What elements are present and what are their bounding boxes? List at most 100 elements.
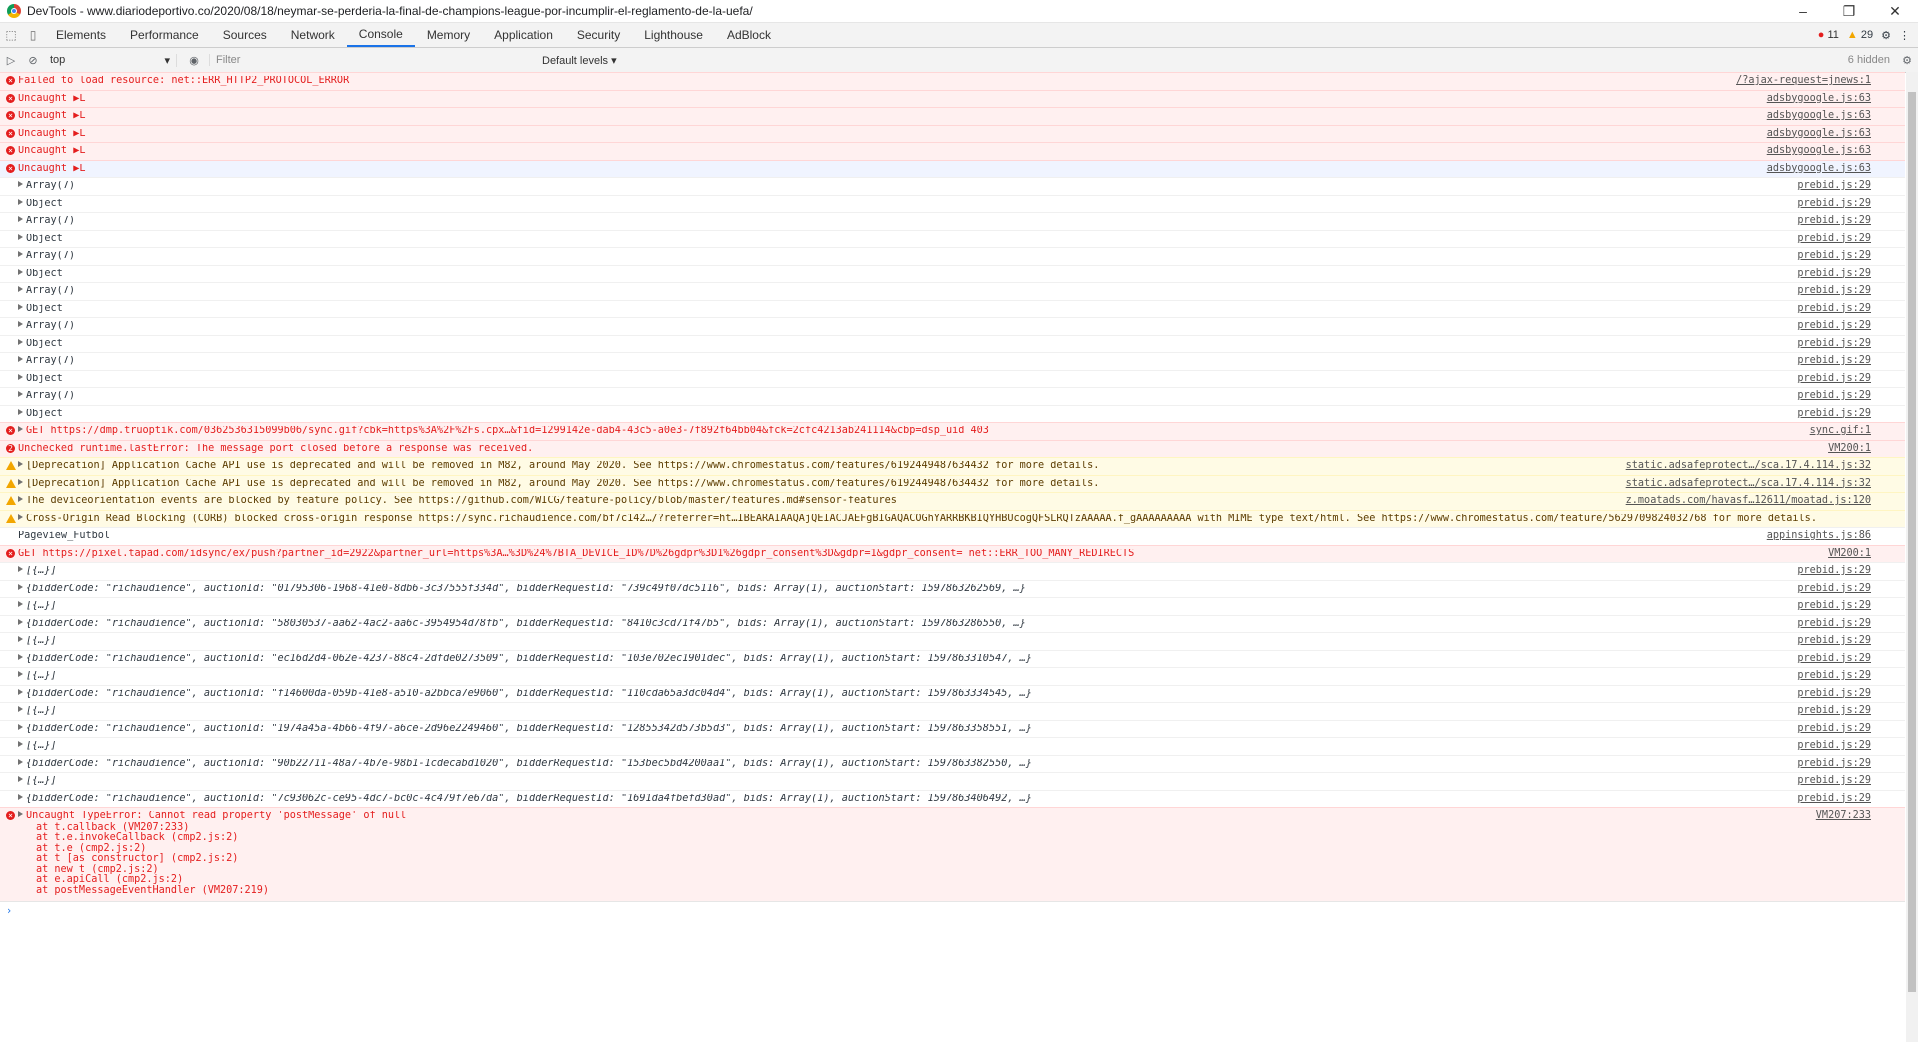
final-error-text[interactable]: Uncaught TypeError: Cannot read property… — [18, 811, 1806, 822]
maximize-button[interactable]: ❐ — [1826, 3, 1872, 20]
expand-caret-icon[interactable] — [18, 181, 23, 187]
console-message[interactable]: The deviceorientation events are blocked… — [0, 492, 1905, 510]
source-link[interactable]: VM207:233 — [1816, 810, 1905, 822]
console-message[interactable]: Cross-Origin Read Blocking (CORB) blocke… — [0, 509, 1905, 527]
expand-caret-icon[interactable] — [18, 758, 23, 765]
console-prompt[interactable]: › — [0, 901, 1905, 920]
scrollbar-thumb[interactable] — [1908, 92, 1916, 992]
console-message[interactable]: × Failed to load resource: net::ERR_HTTP2… — [0, 72, 1905, 90]
expand-caret-icon[interactable] — [18, 251, 23, 257]
console-message[interactable]: Object prebid.js:29 — [0, 299, 1905, 318]
expand-caret-icon[interactable] — [18, 601, 23, 607]
source-link[interactable]: adsbygoogle.js:63 — [1767, 145, 1905, 157]
source-link[interactable]: prebid.js:29 — [1797, 355, 1905, 367]
console-message[interactable]: {bidderCode: "richaudience", auctionId: … — [0, 649, 1905, 668]
settings-gear-icon[interactable]: ⚙ — [1881, 29, 1891, 42]
expand-caret-icon[interactable] — [18, 373, 23, 380]
expand-caret-icon[interactable] — [18, 426, 23, 432]
source-link[interactable]: appinsights.js:86 — [1767, 530, 1905, 542]
source-link[interactable]: prebid.js:29 — [1797, 303, 1905, 315]
source-link[interactable]: prebid.js:29 — [1797, 583, 1905, 595]
stack-frame[interactable]: at e.apiCall (cmp2.js:2) — [26, 874, 269, 886]
clear-console-icon[interactable]: ⊘ — [22, 54, 44, 67]
expand-caret-icon[interactable] — [18, 653, 23, 660]
console-message[interactable]: Object prebid.js:29 — [0, 334, 1905, 353]
console-message[interactable]: × Uncaught ▶L adsbygoogle.js:63 — [0, 159, 1905, 177]
tab-network[interactable]: Network — [279, 23, 347, 47]
source-link[interactable]: prebid.js:29 — [1797, 653, 1905, 665]
expand-caret-icon[interactable] — [18, 338, 23, 345]
tab-elements[interactable]: Elements — [44, 23, 118, 47]
console-settings-gear-icon[interactable]: ⚙ — [1896, 54, 1918, 67]
source-link[interactable]: prebid.js:29 — [1797, 250, 1905, 262]
expand-caret-icon[interactable] — [18, 268, 23, 275]
console-message[interactable]: [Deprecation] Application Cache API use … — [0, 457, 1905, 475]
source-link[interactable]: prebid.js:29 — [1797, 215, 1905, 227]
tab-lighthouse[interactable]: Lighthouse — [632, 23, 715, 47]
source-link[interactable]: prebid.js:29 — [1797, 740, 1905, 752]
expand-caret-icon[interactable] — [18, 496, 23, 502]
expand-caret-icon[interactable] — [18, 688, 23, 695]
context-selector[interactable]: top ▾ — [44, 53, 177, 67]
console-message[interactable]: Object prebid.js:29 — [0, 369, 1905, 388]
console-message[interactable]: {bidderCode: "richaudience", auctionId: … — [0, 614, 1905, 633]
tab-security[interactable]: Security — [565, 23, 632, 47]
source-link[interactable]: prebid.js:29 — [1797, 793, 1905, 805]
console-scrollbar[interactable] — [1906, 72, 1918, 1042]
console-message[interactable]: Object prebid.js:29 — [0, 194, 1905, 213]
live-expression-eye-icon[interactable]: ◉ — [183, 54, 205, 67]
expand-caret-icon[interactable] — [18, 478, 23, 485]
source-link[interactable]: /?ajax-request=jnews:1 — [1736, 75, 1905, 87]
source-link[interactable]: static.adsafeprotect…/sca.17.4.114.js:32 — [1626, 460, 1905, 472]
source-link[interactable]: prebid.js:29 — [1797, 408, 1905, 420]
sidebar-toggle-icon[interactable]: ▷ — [0, 54, 22, 67]
source-link[interactable]: prebid.js:29 — [1797, 670, 1905, 682]
console-message[interactable]: [Deprecation] Application Cache API use … — [0, 474, 1905, 492]
source-link[interactable]: prebid.js:29 — [1797, 618, 1905, 630]
console-message[interactable]: Array(7) prebid.js:29 — [0, 212, 1905, 230]
source-link[interactable]: prebid.js:29 — [1797, 198, 1905, 210]
source-link[interactable]: adsbygoogle.js:63 — [1767, 128, 1905, 140]
expand-caret-icon[interactable] — [18, 513, 23, 520]
expand-caret-icon[interactable] — [18, 356, 23, 362]
console-message[interactable]: × Uncaught ▶L adsbygoogle.js:63 — [0, 124, 1905, 142]
console-message[interactable]: {bidderCode: "richaudience", auctionId: … — [0, 789, 1905, 808]
source-link[interactable]: adsbygoogle.js:63 — [1767, 163, 1905, 175]
console-message[interactable]: Array(7) prebid.js:29 — [0, 177, 1905, 195]
inspect-element-icon[interactable]: ⬚ — [0, 23, 22, 47]
expand-caret-icon[interactable] — [18, 706, 23, 712]
source-link[interactable]: prebid.js:29 — [1797, 180, 1905, 192]
expand-caret-icon[interactable] — [18, 461, 23, 467]
source-link[interactable]: prebid.js:29 — [1797, 565, 1905, 577]
source-link[interactable]: sync.gif:1 — [1810, 425, 1905, 437]
source-link[interactable]: prebid.js:29 — [1797, 373, 1905, 385]
console-message[interactable]: [{…}] prebid.js:29 — [0, 597, 1905, 615]
expand-caret-icon[interactable] — [18, 198, 23, 205]
source-link[interactable]: static.adsafeprotect…/sca.17.4.114.js:32 — [1626, 478, 1905, 490]
expand-caret-icon[interactable] — [18, 583, 23, 590]
console-message[interactable]: {bidderCode: "richaudience", auctionId: … — [0, 579, 1905, 598]
expand-caret-icon[interactable] — [18, 566, 23, 572]
source-link[interactable]: prebid.js:29 — [1797, 723, 1905, 735]
console-message[interactable]: {bidderCode: "richaudience", auctionId: … — [0, 754, 1905, 773]
console-message[interactable]: {bidderCode: "richaudience", auctionId: … — [0, 684, 1905, 703]
console-message[interactable]: × Uncaught ▶L adsbygoogle.js:63 — [0, 142, 1905, 160]
console-message[interactable]: [{…}] prebid.js:29 — [0, 772, 1905, 790]
stack-frame[interactable]: at t [as constructor] (cmp2.js:2) — [26, 853, 269, 865]
source-link[interactable]: prebid.js:29 — [1797, 320, 1905, 332]
source-link[interactable]: prebid.js:29 — [1797, 758, 1905, 770]
device-toolbar-icon[interactable]: ▯ — [22, 23, 44, 47]
source-link[interactable]: prebid.js:29 — [1797, 233, 1905, 245]
console-message[interactable]: × Uncaught ▶L adsbygoogle.js:63 — [0, 89, 1905, 107]
expand-caret-icon[interactable] — [18, 321, 23, 327]
tab-sources[interactable]: Sources — [211, 23, 279, 47]
close-button[interactable]: ✕ — [1872, 3, 1918, 20]
error-count[interactable]: ● 11 — [1818, 29, 1839, 41]
console-message[interactable]: Array(7) prebid.js:29 — [0, 247, 1905, 265]
source-link[interactable]: prebid.js:29 — [1797, 600, 1905, 612]
tab-memory[interactable]: Memory — [415, 23, 482, 47]
expand-caret-icon[interactable] — [18, 723, 23, 730]
expand-caret-icon[interactable] — [18, 286, 23, 292]
source-link[interactable]: prebid.js:29 — [1797, 338, 1905, 350]
stack-frame[interactable]: at postMessageEventHandler (VM207:219) — [26, 885, 269, 897]
